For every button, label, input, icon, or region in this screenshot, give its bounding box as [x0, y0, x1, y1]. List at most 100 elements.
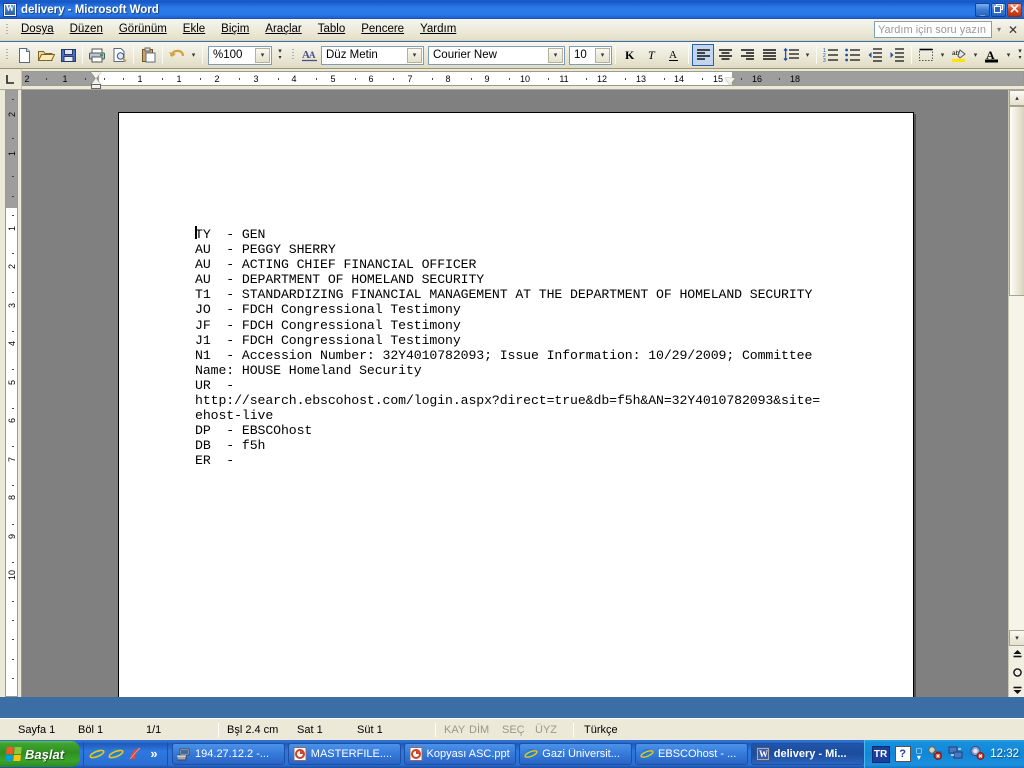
menu-tablo[interactable]: Tablo — [310, 20, 354, 39]
taskbar-item-network[interactable]: 194.27.12.2 -... — [172, 743, 285, 765]
vertical-ruler-label: 7 — [7, 457, 17, 463]
align-right-button[interactable] — [736, 44, 758, 66]
menu-ekle[interactable]: Ekle — [175, 20, 213, 39]
line-spacing-button[interactable] — [780, 44, 802, 66]
ruler-tick — [162, 78, 163, 80]
status-indicator-uyz[interactable]: ÜYZ — [535, 724, 573, 736]
font-name-combo[interactable]: Courier New ▾ — [428, 45, 565, 65]
scroll-up-button[interactable]: ▴ — [1009, 90, 1024, 106]
formatting-toolbar-overflow[interactable]: ▾ ▾ — [1014, 44, 1024, 66]
vertical-ruler-face: 2 1 1 2 3 4 5 6 7 8 9 10 — [5, 90, 18, 697]
highlight-dropdown-icon[interactable]: ▾ — [970, 44, 981, 66]
new-document-icon[interactable] — [13, 44, 35, 66]
network-connection-icon[interactable] — [948, 745, 964, 763]
vertical-scrollbar[interactable]: ▴ ▾ — [1008, 90, 1024, 697]
media-player-icon[interactable] — [127, 746, 143, 762]
taskbar-item-delivery-word[interactable]: W delivery - Mi... — [750, 743, 864, 765]
zoom-combo[interactable]: %100 ▾ — [208, 45, 272, 65]
undo-dropdown-icon[interactable]: ▾ — [188, 44, 199, 66]
help-tray-icon[interactable]: ? — [894, 746, 911, 762]
open-folder-icon[interactable] — [35, 44, 57, 66]
taskbar-item-kopyasi-asc[interactable]: Kopyası ASC.ppt — [403, 743, 517, 765]
scroll-down-button[interactable]: ▾ — [1009, 630, 1024, 646]
ruler-tick — [664, 78, 665, 80]
select-browse-object-button[interactable] — [1009, 664, 1024, 680]
tab-stop-selector-button[interactable] — [0, 69, 22, 89]
save-icon[interactable] — [57, 44, 79, 66]
menu-drag-handle[interactable] — [3, 22, 11, 38]
document-page[interactable]: TY - GEN AU - PEGGY SHERRY AU - ACTING C… — [118, 112, 914, 697]
next-page-button[interactable] — [1009, 681, 1024, 697]
print-preview-icon[interactable] — [108, 44, 130, 66]
security-alert-icon[interactable] — [969, 745, 985, 763]
align-center-button[interactable] — [714, 44, 736, 66]
previous-page-button[interactable] — [1009, 647, 1024, 663]
status-language[interactable]: Türkçe — [574, 724, 618, 736]
taskbar-item-gazi-universitesi[interactable]: Gazi Üniversit... — [519, 743, 633, 765]
minimize-button[interactable]: _ — [975, 2, 990, 17]
chevron-down-icon[interactable]: ▾ — [994, 25, 1004, 34]
show-more-chevron-icon[interactable]: » — [146, 746, 162, 762]
document-text[interactable]: TY - GEN AU - PEGGY SHERRY AU - ACTING C… — [195, 227, 903, 469]
print-icon[interactable] — [86, 44, 108, 66]
undo-icon[interactable] — [166, 44, 188, 66]
network-status-icon[interactable] — [927, 745, 943, 763]
paste-icon[interactable] — [137, 44, 159, 66]
menu-gorunum[interactable]: Görünüm — [111, 20, 175, 39]
borders-dropdown-icon[interactable]: ▾ — [937, 44, 948, 66]
numbered-list-button[interactable]: 123 — [820, 44, 842, 66]
increase-indent-button[interactable] — [886, 44, 908, 66]
taskbar-item-masterfile[interactable]: MASTERFILE.... — [287, 743, 401, 765]
vertical-scroll-thumb[interactable] — [1009, 106, 1024, 296]
taskbar-item-label: EBSCOhost - ... — [658, 748, 737, 760]
bold-button[interactable]: K — [619, 44, 641, 66]
highlight-button[interactable]: ab — [948, 44, 970, 66]
menu-bicim[interactable]: Biçim — [213, 20, 257, 39]
internet-explorer-icon[interactable] — [89, 746, 105, 762]
align-justify-button[interactable] — [758, 44, 780, 66]
language-indicator[interactable]: TR — [871, 745, 890, 763]
style-combo[interactable]: Düz Metin ▾ — [321, 45, 424, 65]
close-icon[interactable]: ✕ — [1006, 23, 1020, 37]
left-indent-marker[interactable] — [91, 84, 101, 89]
ruler-label: 8 — [445, 74, 451, 84]
start-button[interactable]: Başlat — [0, 741, 81, 767]
menu-yardim[interactable]: Yardım — [412, 20, 464, 39]
italic-button[interactable]: T — [641, 44, 663, 66]
standard-toolbar-overflow[interactable]: ▾ ▾ — [274, 44, 286, 66]
menu-pencere[interactable]: Pencere — [353, 20, 412, 39]
vertical-ruler[interactable]: 2 1 1 2 3 4 5 6 7 8 9 10 — [0, 90, 22, 697]
document-canvas[interactable]: TY - GEN AU - PEGGY SHERRY AU - ACTING C… — [22, 90, 1008, 697]
font-color-button[interactable]: A — [981, 44, 1003, 66]
restore-button[interactable] — [991, 2, 1006, 17]
taskbar-clock[interactable]: 12:32 — [990, 748, 1019, 760]
internet-explorer-icon-2[interactable] — [108, 746, 124, 762]
menu-dosya[interactable]: Dosya — [13, 20, 62, 39]
status-indicator-sec[interactable]: SEÇ — [502, 724, 535, 736]
right-indent-marker[interactable] — [725, 78, 735, 85]
ruler-tick — [104, 78, 105, 80]
chevron-down-icon[interactable]: ▾ — [595, 47, 610, 63]
formatting-toolbar-handle[interactable] — [289, 47, 297, 63]
chevron-down-icon[interactable]: ▾ — [407, 47, 422, 63]
font-size-combo[interactable]: 10 ▾ — [569, 45, 612, 65]
menu-araclar[interactable]: Araçlar — [257, 20, 309, 39]
decrease-indent-button[interactable] — [864, 44, 886, 66]
tray-expand-icon[interactable]: ◻ ▾ — [916, 747, 923, 762]
line-spacing-dropdown-icon[interactable]: ▾ — [802, 44, 813, 66]
font-color-dropdown-icon[interactable]: ▾ — [1003, 44, 1014, 66]
status-indicator-kay[interactable]: KAY — [436, 724, 469, 736]
close-button[interactable] — [1007, 2, 1022, 17]
ask-a-question-input[interactable]: Yardım için soru yazın — [874, 21, 992, 38]
align-left-button[interactable] — [692, 44, 714, 66]
menu-duzen[interactable]: Düzen — [62, 20, 111, 39]
chevron-down-icon[interactable]: ▾ — [255, 47, 270, 63]
horizontal-ruler[interactable]: 2 1 1 1 2 3 4 5 6 7 8 9 10 11 12 13 14 15 16 18 — [0, 69, 1024, 90]
underline-button[interactable]: A — [663, 44, 685, 66]
status-indicator-dim[interactable]: DİM — [469, 724, 502, 736]
chevron-down-icon[interactable]: ▾ — [548, 47, 563, 63]
standard-toolbar-handle[interactable] — [3, 47, 11, 63]
borders-button[interactable] — [915, 44, 937, 66]
bulleted-list-button[interactable] — [842, 44, 864, 66]
taskbar-item-ebscohost[interactable]: EBSCOhost - ... — [635, 743, 748, 765]
